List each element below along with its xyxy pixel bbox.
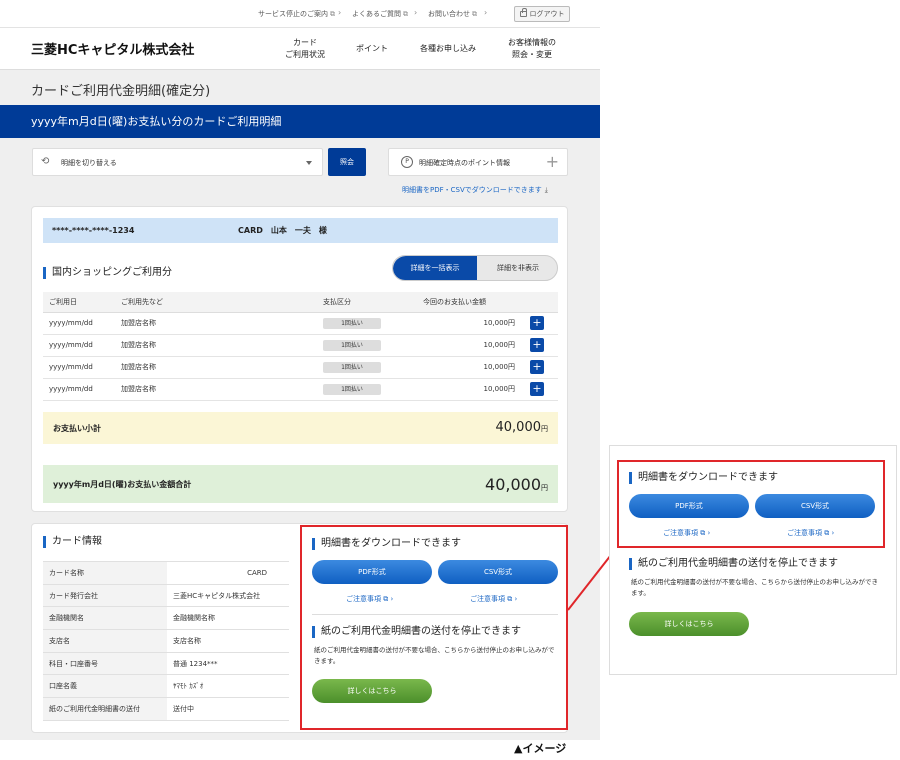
- main-header: 三菱HCキャピタル株式会社 カード ご利用状況 ポイント 各種お申し込み お客様情…: [0, 28, 600, 70]
- show-all-details-button[interactable]: 詳細を一括表示: [393, 256, 477, 280]
- page-title: カードご利用代金明細(確定分): [31, 84, 211, 99]
- cardholder-name: CARD 山本 一夫 様: [238, 226, 327, 235]
- refresh-icon: ⟲: [41, 156, 50, 167]
- table-header: ご利用日 ご利用先など 支払区分 今回のお支払い金額: [43, 292, 558, 313]
- chevron-right-icon: ›: [484, 8, 488, 17]
- chevron-down-icon: [306, 161, 312, 165]
- zoom-pdf-notes-link[interactable]: ご注意事項 ⧉ ›: [663, 528, 710, 538]
- chevron-right-icon: ›: [414, 8, 418, 17]
- stop-mail-title: 紙のご利用代金明細書の送付を停止できます: [312, 626, 521, 638]
- download-highlight-panel: 明細書をダウンロードできます PDF形式 CSV形式 ご注意事項 ⧉ › ご注意…: [300, 525, 568, 730]
- pdf-download-button[interactable]: PDF形式: [312, 560, 432, 584]
- nav-applications[interactable]: 各種お申し込み: [408, 28, 488, 70]
- info-row: 科目・口座番号 普通 1234***: [43, 652, 289, 676]
- plus-icon: +: [545, 152, 559, 171]
- payment-type-badge: 1回払い: [323, 361, 381, 373]
- zoomed-preview: 明細書をダウンロードできます PDF形式 CSV形式 ご注意事項 ⧉ › ご注意…: [609, 445, 897, 675]
- grand-total-row: yyyy年m月d日(曜)お支払い金額合計 40,000円: [43, 465, 558, 503]
- nav-customer-info[interactable]: お客様情報の 照会・変更: [496, 28, 568, 70]
- zoom-stop-text: 紙のご利用代金明細書の送付が不要な場合、こちらから送付停止のお申し込みができます…: [631, 578, 878, 597]
- info-row: 金融機関名 金融機関名称: [43, 606, 289, 631]
- image-caption: ▲イメージ: [514, 742, 567, 755]
- info-row: 支店名 支店名称: [43, 629, 289, 653]
- csv-notes-link[interactable]: ご注意事項 ⧉ ›: [470, 594, 517, 604]
- contact-link[interactable]: お問い合わせ ⧉: [428, 9, 477, 19]
- card-number: ****-****-****-1234: [52, 226, 135, 235]
- service-stop-link[interactable]: サービス停止のご案内 ⧉: [258, 9, 335, 19]
- table-row: yyyy/mm/dd 加盟店名称 1回払い 10,000円 +: [43, 312, 558, 335]
- zoom-csv-notes-link[interactable]: ご注意事項 ⧉ ›: [787, 528, 834, 538]
- points-info-accordion[interactable]: P 明細確定時点のポイント情報 +: [388, 148, 568, 176]
- nav-points[interactable]: ポイント: [345, 28, 399, 70]
- info-row: 紙のご利用代金明細書の送付 送付中: [43, 697, 289, 721]
- download-title: 明細書をダウンロードできます: [312, 538, 461, 550]
- payment-type-badge: 1回払い: [323, 317, 381, 329]
- expand-row-button[interactable]: +: [530, 338, 544, 352]
- statement-page: サービス停止のご案内 ⧉ › よくあるご質問 ⧉ › お問い合わせ ⧉ › ログアウト…: [0, 0, 600, 740]
- download-icon: ⤓: [544, 186, 548, 194]
- lock-icon: [519, 8, 527, 17]
- points-icon: P: [401, 156, 413, 168]
- zoom-csv-button[interactable]: CSV形式: [755, 494, 875, 518]
- logout-button[interactable]: ログアウト: [514, 6, 570, 22]
- card-header: ****-****-****-1234 CARD 山本 一夫 様: [43, 218, 558, 243]
- faq-link[interactable]: よくあるご質問 ⧉: [352, 9, 408, 19]
- card-info-title: カード情報: [43, 536, 102, 548]
- statement-switch-select[interactable]: ⟲ 明細を切り替える: [32, 148, 323, 176]
- info-row: カード発行会社 三菱HCキャピタル株式会社: [43, 584, 289, 608]
- expand-row-button[interactable]: +: [530, 316, 544, 330]
- zoom-stop-title: 紙のご利用代金明細書の送付を停止できます: [629, 558, 838, 570]
- table-row: yyyy/mm/dd 加盟店名称 1回払い 10,000円 +: [43, 378, 558, 401]
- table-row: yyyy/mm/dd 加盟店名称 1回払い 10,000円 +: [43, 334, 558, 357]
- utility-bar: サービス停止のご案内 ⧉ › よくあるご質問 ⧉ › お問い合わせ ⧉ › ログアウト: [0, 0, 600, 28]
- external-link-icon: ⧉: [330, 10, 335, 18]
- stop-mail-text: 紙のご利用代金明細書の送付が不要な場合、こちらから送付停止のお申し込みができます…: [314, 646, 555, 665]
- hide-details-button[interactable]: 詳細を非表示: [477, 256, 557, 280]
- company-logo[interactable]: 三菱HCキャピタル株式会社: [31, 39, 194, 58]
- zoom-download-panel: 明細書をダウンロードできます PDF形式 CSV形式 ご注意事項 ⧉ › ご注意…: [617, 460, 885, 548]
- nav-card-usage[interactable]: カード ご利用状況: [272, 28, 338, 70]
- table-row: yyyy/mm/dd 加盟店名称 1回払い 10,000円 +: [43, 356, 558, 379]
- card-info-table: カード名称 CARD カード発行会社 三菱HCキャピタル株式会社 金融機関名 金融機関…: [43, 561, 289, 721]
- info-row: カード名称 CARD: [43, 561, 289, 585]
- stop-mail-details-button[interactable]: 詳しくはこちら: [312, 679, 432, 703]
- zoom-stop-details-button[interactable]: 詳しくはこちら: [629, 612, 749, 636]
- external-link-icon: ⧉: [472, 10, 477, 18]
- statement-card: ****-****-****-1234 CARD 山本 一夫 様 国内ショッピン…: [31, 206, 568, 512]
- shopping-table: ご利用日 ご利用先など 支払区分 今回のお支払い金額 yyyy/mm/dd 加盟…: [43, 292, 558, 401]
- stage: サービス停止のご案内 ⧉ › よくあるご質問 ⧉ › お問い合わせ ⧉ › ログアウト…: [0, 0, 900, 760]
- external-link-icon: ⧉: [403, 10, 408, 18]
- zoom-download-title: 明細書をダウンロードできます: [629, 472, 778, 484]
- detail-toggle: 詳細を一括表示 詳細を非表示: [392, 255, 558, 281]
- payment-type-badge: 1回払い: [323, 383, 381, 395]
- download-link[interactable]: 明細書をPDF・CSVでダウンロードできます ⤓: [402, 185, 548, 195]
- info-row: 口座名義 ﾔﾏﾓﾄ ｶｽﾞｵ: [43, 674, 289, 699]
- inquiry-button[interactable]: 照会: [328, 148, 366, 176]
- section-title: 国内ショッピングご利用分: [43, 267, 172, 279]
- subtotal-amount: 40,000円: [495, 420, 549, 435]
- expand-row-button[interactable]: +: [530, 382, 544, 396]
- payment-banner: yyyy年m月d日(曜)お支払い分のカードご利用明細: [0, 105, 600, 138]
- csv-download-button[interactable]: CSV形式: [438, 560, 558, 584]
- expand-row-button[interactable]: +: [530, 360, 544, 374]
- zoom-pdf-button[interactable]: PDF形式: [629, 494, 749, 518]
- pdf-notes-link[interactable]: ご注意事項 ⧉ ›: [346, 594, 393, 604]
- payment-type-badge: 1回払い: [323, 339, 381, 351]
- chevron-right-icon: ›: [338, 8, 342, 17]
- total-amount: 40,000円: [485, 475, 548, 494]
- subtotal-row: お支払い小計 40,000円: [43, 412, 558, 444]
